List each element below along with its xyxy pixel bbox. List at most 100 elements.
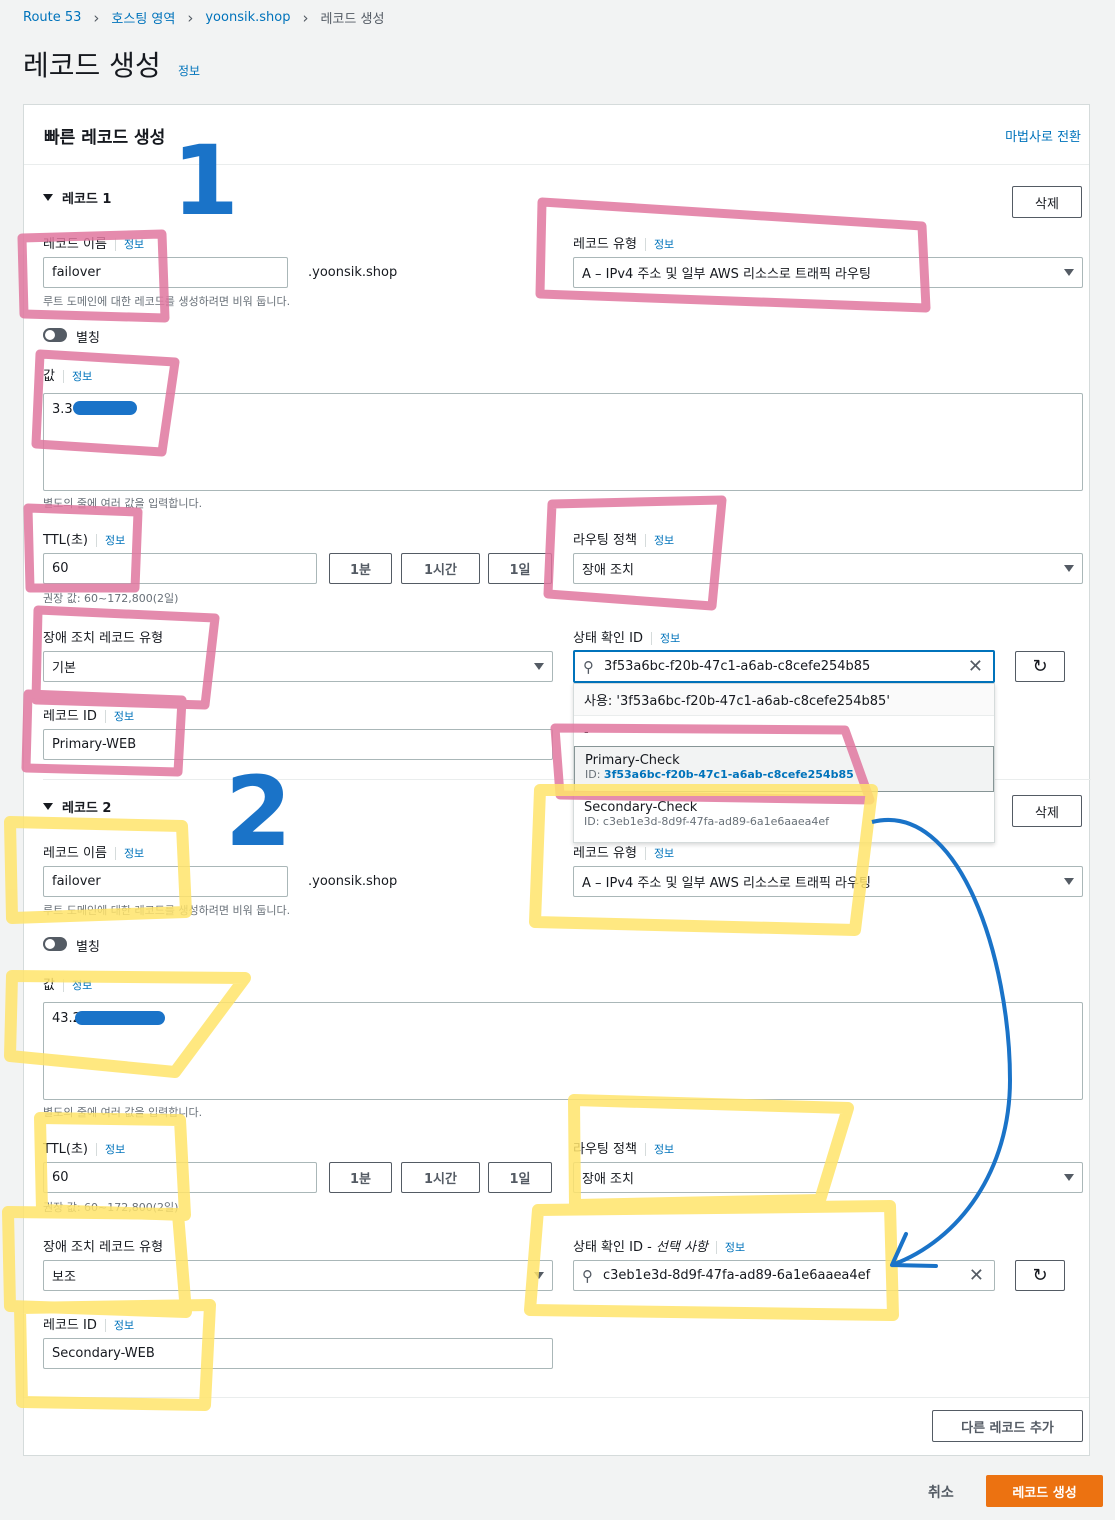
dropdown-use-option[interactable]: 사용: '3f53a6bc-f20b-47c1-a6ab-c8cefe254b8… — [574, 684, 994, 716]
dropdown-option-secondary-check[interactable]: Secondary-Check ID: c3eb1e3d-8d9f-47fa-a… — [574, 794, 994, 840]
record1-alias-toggle[interactable] — [43, 328, 67, 342]
record1-heading[interactable]: 레코드 1 — [62, 188, 111, 207]
record1-value-label: 값 정보 — [43, 369, 93, 384]
panel-footer-divider — [24, 1397, 1089, 1398]
chevron-right-icon: › — [93, 8, 100, 27]
info-link[interactable]: 정보 — [62, 370, 93, 383]
record2-refresh-button[interactable]: ↻ — [1015, 1260, 1065, 1291]
record1-type-select[interactable]: A – IPv4 주소 및 일부 AWS 리소스로 트래픽 라우팅 — [573, 257, 1083, 288]
expand-caret-icon[interactable] — [43, 194, 53, 201]
record2-policy-value: 장애 조치 — [582, 1172, 634, 1187]
info-link[interactable]: 정보 — [715, 1241, 746, 1254]
record2-policy-select[interactable]: 장애 조치 — [573, 1162, 1083, 1193]
panel-title: 빠른 레코드 생성 — [44, 128, 166, 148]
breadcrumb-hosted-zones[interactable]: 호스팅 영역 — [111, 8, 175, 27]
record2-ttl-label: TTL(초) 정보 — [43, 1142, 126, 1157]
record1-refresh-button[interactable]: ↻ — [1015, 651, 1065, 682]
info-link[interactable]: 정보 — [644, 847, 675, 860]
chevron-right-icon: › — [187, 8, 194, 27]
info-link[interactable]: 정보 — [62, 979, 93, 992]
caret-down-icon — [1064, 878, 1074, 885]
record2-domain-suffix: .yoonsik.shop — [308, 874, 398, 889]
record2-name-label: 레코드 이름 정보 — [43, 846, 145, 861]
record2-value-textarea[interactable]: 43.2 — [43, 1002, 1083, 1100]
caret-down-icon — [1064, 269, 1074, 276]
page-info-link[interactable]: 정보 — [178, 62, 200, 79]
record1-failover-label: 장애 조치 레코드 유형 — [43, 631, 164, 646]
add-another-record-button[interactable]: 다른 레코드 추가 — [932, 1410, 1083, 1442]
record2-ttl-input[interactable]: 60 — [43, 1162, 317, 1193]
record1-health-label: 상태 확인 ID 정보 — [573, 631, 681, 646]
option-id: ID: c3eb1e3d-8d9f-47fa-ad89-6a1e6aaea4ef — [584, 815, 830, 828]
record2-ttl-1m-button[interactable]: 1분 — [329, 1162, 392, 1193]
dropdown-option-primary-check[interactable]: Primary-Check ID: 3f53a6bc-f20b-47c1-a6a… — [574, 746, 994, 792]
clear-icon[interactable]: ✕ — [968, 656, 983, 677]
search-icon: ⚲ — [583, 657, 594, 676]
expand-caret-icon[interactable] — [43, 803, 53, 810]
record2-failover-label: 장애 조치 레코드 유형 — [43, 1240, 164, 1255]
record2-alias-label: 별칭 — [76, 940, 100, 955]
record1-ttl-label: TTL(초) 정보 — [43, 533, 126, 548]
record2-ttl-1d-button[interactable]: 1일 — [488, 1162, 552, 1193]
record2-health-input[interactable]: ⚲ c3eb1e3d-8d9f-47fa-ad89-6a1e6aaea4ef ✕ — [573, 1260, 995, 1291]
breadcrumb-current: 레코드 생성 — [320, 12, 385, 27]
info-link[interactable]: 정보 — [644, 238, 675, 251]
record1-alias-label: 별칭 — [76, 331, 100, 346]
info-link[interactable]: 정보 — [104, 1319, 135, 1332]
clear-icon[interactable]: ✕ — [969, 1265, 984, 1286]
record1-type-value: A – IPv4 주소 및 일부 AWS 리소스로 트래픽 라우팅 — [582, 267, 871, 282]
cancel-button[interactable]: 취소 — [928, 1482, 954, 1502]
health-check-dropdown: 사용: '3f53a6bc-f20b-47c1-a6ab-c8cefe254b8… — [573, 683, 995, 843]
record2-type-label: 레코드 유형 정보 — [573, 846, 675, 861]
record2-id-input[interactable]: Secondary-WEB — [43, 1338, 553, 1369]
info-link[interactable]: 정보 — [114, 847, 145, 860]
record1-name-input[interactable]: failover — [43, 257, 288, 288]
record2-delete-button[interactable]: 삭제 — [1012, 795, 1082, 827]
record2-name-input[interactable]: failover — [43, 866, 288, 897]
record2-type-select[interactable]: A – IPv4 주소 및 일부 AWS 리소스로 트래픽 라우팅 — [573, 866, 1083, 897]
info-link[interactable]: 정보 — [644, 534, 675, 547]
info-link[interactable]: 정보 — [650, 632, 681, 645]
record2-ttl-1h-button[interactable]: 1시간 — [401, 1162, 480, 1193]
record1-failover-value: 기본 — [52, 661, 76, 676]
info-link[interactable]: 정보 — [104, 710, 135, 723]
record1-failover-select[interactable]: 기본 — [43, 651, 553, 682]
panel-header: 빠른 레코드 생성 마법사로 전환 — [24, 105, 1089, 165]
record1-ttl-1h-button[interactable]: 1시간 — [401, 553, 480, 584]
record1-ttl-1d-button[interactable]: 1일 — [488, 553, 552, 584]
record2-heading[interactable]: 레코드 2 — [62, 797, 111, 816]
record1-id-input[interactable]: Primary-WEB — [43, 729, 553, 760]
record2-alias-toggle[interactable] — [43, 937, 67, 951]
record1-id-label: 레코드 ID 정보 — [43, 709, 135, 724]
switch-to-wizard-link[interactable]: 마법사로 전환 — [1005, 126, 1081, 145]
record1-delete-button[interactable]: 삭제 — [1012, 186, 1082, 218]
option-id: 3f53a6bc-f20b-47c1-a6ab-c8cefe254b85 — [603, 768, 854, 781]
info-link[interactable]: 정보 — [96, 534, 126, 547]
record1-policy-select[interactable]: 장애 조치 — [573, 553, 1083, 584]
record1-ttl-1m-button[interactable]: 1분 — [329, 553, 392, 584]
record1-value-hint: 별도의 줄에 여러 값을 입력합니다. — [43, 497, 203, 510]
create-records-button[interactable]: 레코드 생성 — [986, 1475, 1103, 1507]
breadcrumb-zone[interactable]: yoonsik.shop — [205, 10, 290, 25]
info-link[interactable]: 정보 — [96, 1143, 126, 1156]
record2-value-label: 값 정보 — [43, 978, 93, 993]
record1-health-value: 3f53a6bc-f20b-47c1-a6ab-c8cefe254b85 — [604, 659, 871, 674]
record1-domain-suffix: .yoonsik.shop — [308, 265, 398, 280]
dropdown-empty-option[interactable]: - — [574, 718, 994, 746]
info-link[interactable]: 정보 — [114, 238, 145, 251]
record1-ttl-input[interactable]: 60 — [43, 553, 317, 584]
option-name: Secondary-Check — [584, 800, 698, 815]
option-name: Primary-Check — [585, 753, 680, 768]
option-id-prefix: ID: — [585, 768, 604, 781]
record1-health-input[interactable]: ⚲ 3f53a6bc-f20b-47c1-a6ab-c8cefe254b85 ✕ — [573, 650, 995, 683]
record2-failover-select[interactable]: 보조 — [43, 1260, 553, 1291]
breadcrumb-route53[interactable]: Route 53 — [23, 10, 81, 25]
record1-value-textarea[interactable]: 3.3 — [43, 393, 1083, 491]
caret-down-icon — [1064, 565, 1074, 572]
record2-type-value: A – IPv4 주소 및 일부 AWS 리소스로 트래픽 라우팅 — [582, 876, 871, 891]
record2-health-label: 상태 확인 ID - 선택 사항 정보 — [573, 1240, 746, 1255]
record1-name-hint: 루트 도메인에 대한 레코드를 생성하려면 비워 둡니다. — [43, 295, 291, 308]
record1-policy-label: 라우팅 정책 정보 — [573, 533, 675, 548]
caret-down-icon — [1064, 1174, 1074, 1181]
info-link[interactable]: 정보 — [644, 1143, 675, 1156]
